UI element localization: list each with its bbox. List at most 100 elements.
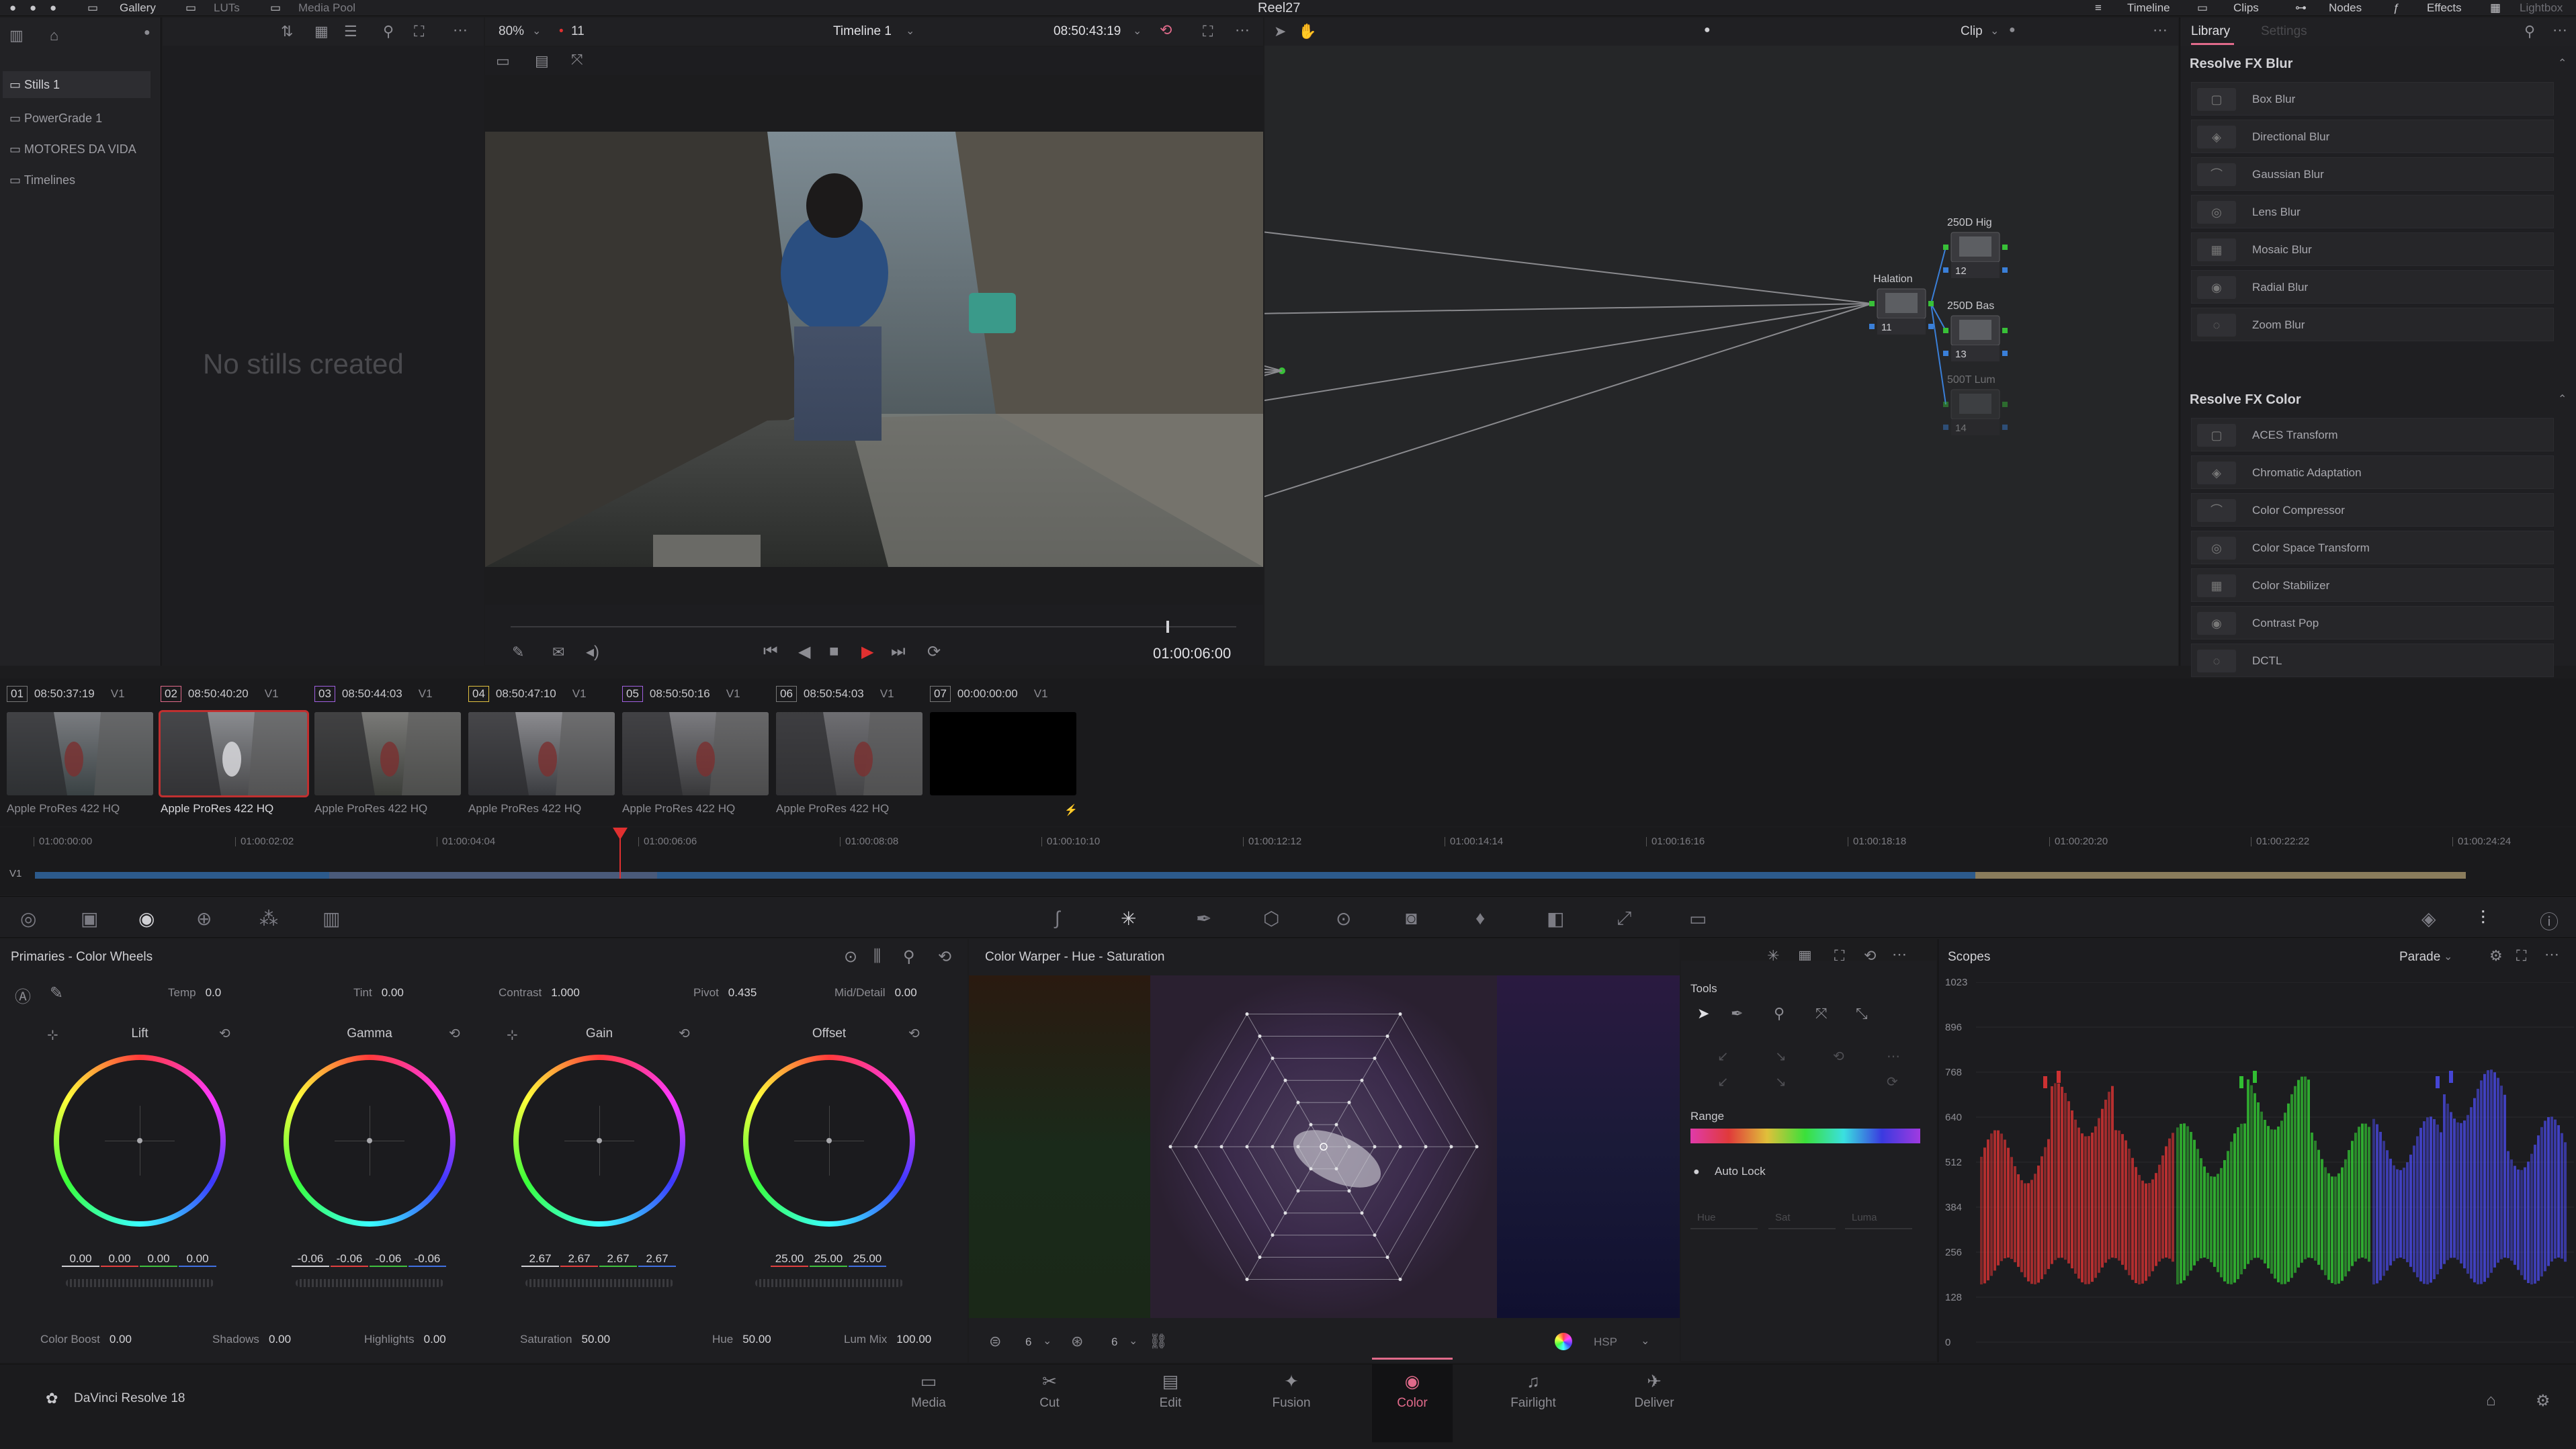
- auto-balance-icon[interactable]: Ⓐ: [15, 983, 31, 1007]
- curves-icon[interactable]: ∫: [1055, 908, 1060, 929]
- wheel-value[interactable]: 2.67: [599, 1252, 637, 1267]
- color-wheel-offset[interactable]: [743, 1055, 915, 1227]
- warper-grid-canvas[interactable]: [1150, 975, 1497, 1318]
- saturation-value[interactable]: 50.00: [582, 1333, 611, 1346]
- warper-grid-point[interactable]: [1347, 1189, 1351, 1193]
- library-item[interactable]: ◈ Directional Blur: [2191, 120, 2554, 153]
- gallery-tab[interactable]: Gallery: [120, 0, 156, 16]
- chevron-down-icon[interactable]: ⌄: [1133, 24, 1142, 38]
- tab-fusion[interactable]: ✦ Fusion: [1251, 1371, 1332, 1411]
- tracker-icon[interactable]: ⊙: [1336, 908, 1351, 930]
- lightbox-icon[interactable]: ▦: [2490, 0, 2501, 16]
- album-powergrade-1[interactable]: ▭ PowerGrade 1: [9, 105, 157, 132]
- warper-grid-point[interactable]: [1475, 1145, 1479, 1149]
- library-item[interactable]: ◌ Zoom Blur: [2191, 308, 2554, 341]
- wheel-puck[interactable]: [826, 1138, 832, 1143]
- chevron-down-icon[interactable]: ⌄: [1043, 1334, 1051, 1348]
- node-editor[interactable]: ➤ ✋ ● Clip ⌄ ● ⋯ LogC to L...01Matrix02E…: [1264, 17, 2178, 666]
- home-icon[interactable]: ⌂: [2486, 1391, 2496, 1410]
- crosshair-icon[interactable]: ⊹: [47, 1026, 58, 1043]
- pin-tool-icon[interactable]: ⚲: [1774, 1005, 1785, 1022]
- node-output-port[interactable]: [1928, 301, 1934, 306]
- wheel-reset-icon[interactable]: ⟲: [219, 1025, 230, 1042]
- clip-thumbnail[interactable]: [7, 712, 153, 795]
- pointer-icon[interactable]: ➤: [1274, 23, 1286, 40]
- picker-icon[interactable]: ✎: [50, 983, 63, 1003]
- hue-field-line[interactable]: [1690, 1228, 1758, 1229]
- pivot-value[interactable]: 0.435: [728, 986, 757, 999]
- chevron-down-icon[interactable]: ⌄: [532, 24, 541, 38]
- primaries-mode-icon[interactable]: ⊙: [844, 947, 857, 967]
- saturation-param[interactable]: Saturation 50.00: [520, 1333, 610, 1346]
- window-icon[interactable]: ⬡: [1263, 908, 1279, 930]
- viewer-frame[interactable]: [485, 132, 1263, 567]
- clips-tab[interactable]: Clips: [2233, 0, 2259, 16]
- list-view-icon[interactable]: ☰: [344, 23, 357, 40]
- window-close-icon[interactable]: ●: [9, 0, 16, 16]
- library-item[interactable]: ◎ Color Space Transform: [2191, 531, 2554, 564]
- grid-density-icon[interactable]: ⊜: [989, 1333, 1001, 1350]
- grab-still-icon[interactable]: ⌂: [50, 27, 58, 44]
- link-icon[interactable]: ⛓: [1149, 1333, 1168, 1350]
- library-section-title[interactable]: Resolve FX Blur: [2190, 56, 2292, 72]
- go-to-end-icon[interactable]: ⏭: [891, 642, 906, 661]
- warper-grid-point[interactable]: [1168, 1145, 1172, 1149]
- pen-tool-icon[interactable]: ✒: [1731, 1005, 1743, 1022]
- split-screen-icon[interactable]: ▭: [496, 52, 510, 70]
- warper-grid-point[interactable]: [1283, 1078, 1287, 1082]
- node-input-port[interactable]: [1869, 301, 1875, 306]
- warper-grid-point[interactable]: [1258, 1034, 1262, 1038]
- shadows-value[interactable]: 0.00: [269, 1333, 291, 1346]
- warper-grid-point[interactable]: [1360, 1078, 1364, 1082]
- fullscreen-icon[interactable]: ⛶: [1203, 23, 1213, 40]
- node-output-port[interactable]: [2002, 328, 2008, 333]
- warper-grid-point[interactable]: [1271, 1233, 1275, 1237]
- search-icon[interactable]: ⚲: [383, 23, 394, 40]
- clip-thumbnail[interactable]: [468, 712, 615, 795]
- scope-settings-icon[interactable]: ⚙: [2489, 947, 2503, 965]
- timeline-icon[interactable]: ≡: [2095, 0, 2102, 16]
- color-wheels-icon[interactable]: ◉: [138, 908, 155, 930]
- wheel-value[interactable]: 2.67: [521, 1252, 559, 1267]
- wheel-value[interactable]: -0.06: [292, 1252, 329, 1267]
- chevron-up-icon[interactable]: ⌃: [2558, 392, 2567, 406]
- warper-grid-point[interactable]: [1245, 1012, 1249, 1016]
- node-12[interactable]: 250D Hig 12: [1943, 217, 2008, 278]
- library-item[interactable]: ▢ ACES Transform: [2191, 418, 2554, 451]
- warper-grid-point[interactable]: [1424, 1145, 1428, 1149]
- wheel-reset-icon[interactable]: ⟲: [449, 1025, 460, 1042]
- blur-icon[interactable]: ♦: [1475, 908, 1485, 929]
- warper-grid-point[interactable]: [1258, 1256, 1262, 1260]
- library-item[interactable]: ◉ Contrast Pop: [2191, 606, 2554, 640]
- middetail-param[interactable]: Mid/Detail 0.00: [834, 986, 917, 1000]
- settings-gear-icon[interactable]: ⚙: [2536, 1391, 2550, 1411]
- mini-timeline[interactable]: V1 01:00:00:00 01:00:02:02 01:00:04:04 01:0…: [0, 828, 2576, 895]
- grid-radial-icon[interactable]: ⊛: [1071, 1333, 1083, 1350]
- media-pool-icon[interactable]: ▭: [270, 0, 281, 16]
- more-options-icon[interactable]: ⋯: [2552, 21, 2567, 39]
- stop-icon[interactable]: ■: [829, 642, 839, 661]
- album-motores-da-vida[interactable]: ▭ MOTORES DA VIDA: [9, 136, 157, 163]
- eyedropper-icon[interactable]: ✎: [512, 644, 524, 661]
- warper-grid-point[interactable]: [1296, 1189, 1300, 1193]
- media-pool-tab[interactable]: Media Pool: [298, 0, 355, 16]
- audio-icon[interactable]: ◂): [586, 642, 599, 662]
- highlight-icon[interactable]: ✉: [552, 644, 564, 661]
- warper-grid-point[interactable]: [1245, 1277, 1249, 1281]
- wheel-value[interactable]: 25.00: [810, 1252, 847, 1267]
- hue-range-bar[interactable]: [1690, 1129, 1920, 1143]
- key-icon[interactable]: ◧: [1547, 908, 1564, 930]
- node-11[interactable]: Halation 11: [1869, 273, 1934, 335]
- clip-thumbnail[interactable]: [314, 712, 461, 795]
- contrast-param[interactable]: Contrast 1.000: [499, 986, 580, 1000]
- timeline-tab[interactable]: Timeline: [2127, 0, 2170, 16]
- library-item[interactable]: ◎ Lens Blur: [2191, 195, 2554, 228]
- node-key-input[interactable]: [1943, 425, 1948, 430]
- refresh-icon[interactable]: ⟳: [1887, 1073, 1898, 1090]
- wheel-master-scrubber[interactable]: [755, 1279, 903, 1287]
- warper-grid-point[interactable]: [1385, 1034, 1389, 1038]
- library-item[interactable]: ◌ DCTL: [2191, 644, 2554, 677]
- wheel-value[interactable]: 2.67: [560, 1252, 598, 1267]
- node-key-input[interactable]: [1869, 324, 1875, 329]
- loop-icon[interactable]: ⟲: [1160, 21, 1172, 39]
